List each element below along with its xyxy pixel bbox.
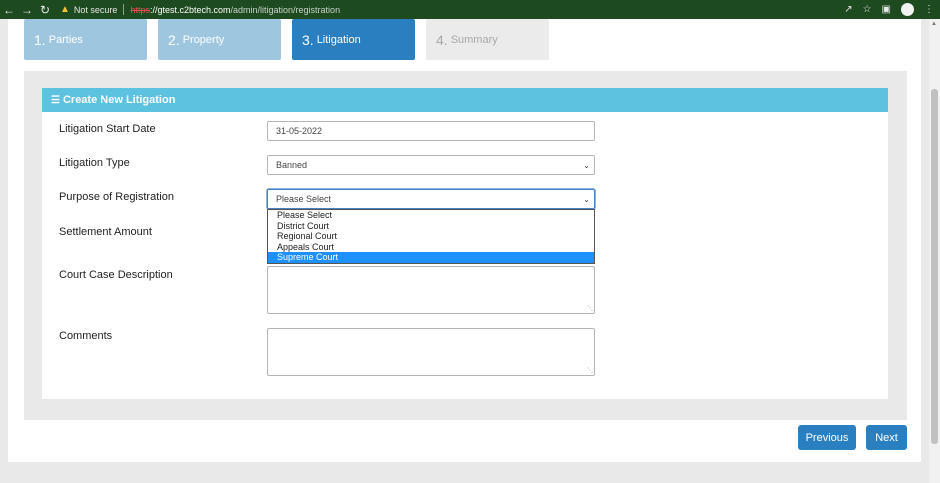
chevron-down-icon: ⌄ <box>583 194 590 204</box>
start-date-input[interactable]: 31-05-2022 <box>267 121 595 141</box>
bookmark-star-icon[interactable]: ☆ <box>863 4 872 15</box>
scroll-up-icon[interactable]: ▲ <box>931 21 937 27</box>
chevron-down-icon: ⌄ <box>583 160 590 170</box>
step-summary[interactable]: 4. Summary <box>426 19 549 60</box>
description-label: Court Case Description <box>59 269 173 281</box>
step-property[interactable]: 2. Property <box>158 19 281 60</box>
step-label: Litigation <box>316 33 361 46</box>
reload-icon[interactable]: ↻ <box>36 0 54 19</box>
step-label: Summary <box>450 33 498 46</box>
form-title: Create New Litigation <box>62 94 176 106</box>
start-date-value: 31-05-2022 <box>276 126 323 136</box>
browser-actions: ↗ ☆ ▣ ⋮ <box>844 0 934 19</box>
scrollbar[interactable]: ▲ <box>929 19 940 483</box>
step-number: 4. <box>436 31 448 48</box>
dropdown-option[interactable]: District Court <box>268 221 594 232</box>
comments-textarea[interactable]: ⋱ <box>267 328 595 376</box>
menu-kebab-icon[interactable]: ⋮ <box>924 4 934 15</box>
scrollbar-thumb[interactable] <box>931 89 938 444</box>
start-date-label: Litigation Start Date <box>59 123 156 135</box>
step-number: 3. <box>302 31 314 48</box>
browser-toolbar: ← → ↻ ▲ Not secure https://gtest.c2btech… <box>0 0 940 19</box>
list-icon: ☰ <box>51 94 60 106</box>
step-litigation[interactable]: 3. Litigation <box>292 19 415 60</box>
forward-arrow-icon[interactable]: → <box>18 0 36 19</box>
address-bar[interactable]: ▲ Not secure https://gtest.c2btech.com/a… <box>60 0 340 19</box>
previous-button[interactable]: Previous <box>798 425 856 450</box>
next-button[interactable]: Next <box>866 425 907 450</box>
profile-avatar-icon[interactable] <box>901 3 914 16</box>
purpose-value: Please Select <box>276 194 332 204</box>
security-label: Not secure <box>73 4 118 15</box>
share-icon[interactable]: ↗ <box>844 4 852 15</box>
litigation-type-label: Litigation Type <box>59 157 130 169</box>
side-panel-icon[interactable]: ▣ <box>882 4 891 15</box>
url-host: gtest.c2btech.com <box>157 4 231 15</box>
settlement-amount-label: Settlement Amount <box>59 226 152 238</box>
step-label: Property <box>182 33 225 46</box>
resize-handle-icon[interactable]: ⋱ <box>587 368 593 374</box>
step-label: Parties <box>48 33 83 46</box>
resize-handle-icon[interactable]: ⋱ <box>587 306 593 312</box>
comments-label: Comments <box>59 330 113 342</box>
dropdown-option[interactable]: Appeals Court <box>268 242 594 253</box>
dropdown-option-highlighted[interactable]: Supreme Court <box>268 252 594 263</box>
dropdown-option[interactable]: Please Select <box>268 210 594 221</box>
purpose-select[interactable]: Please Select ⌄ <box>267 189 595 209</box>
litigation-type-value: Banned <box>276 160 308 170</box>
url-scheme-suffix: :// <box>149 4 158 15</box>
form-card-header: ☰ Create New Litigation <box>42 88 888 112</box>
purpose-label: Purpose of Registration <box>59 191 174 203</box>
dropdown-option[interactable]: Regional Court <box>268 231 594 242</box>
warning-icon: ▲ <box>60 4 70 15</box>
back-arrow-icon[interactable]: ← <box>0 0 18 19</box>
litigation-type-select[interactable]: Banned ⌄ <box>267 155 595 175</box>
url-path: /admin/litigation/registration <box>230 4 341 15</box>
step-parties[interactable]: 1. Parties <box>24 19 147 60</box>
divider <box>123 4 125 15</box>
step-number: 1. <box>34 31 46 48</box>
description-textarea[interactable]: ⋱ <box>267 266 595 314</box>
purpose-dropdown-list: Please Select District Court Regional Co… <box>267 209 595 264</box>
step-number: 2. <box>168 31 180 48</box>
url-scheme: https <box>130 4 150 15</box>
